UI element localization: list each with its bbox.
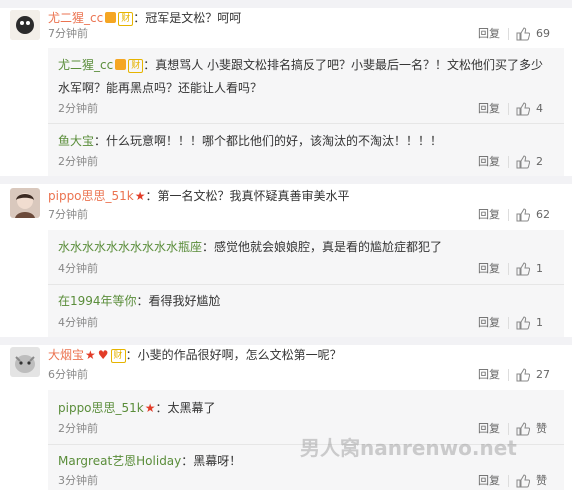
- reply-text-continued: 水军啊？能再黑点吗？还能让人看吗？: [58, 81, 263, 95]
- like-count: 62: [536, 208, 550, 221]
- reply-username[interactable]: 在1994年等你: [58, 294, 137, 308]
- divider: [508, 369, 509, 381]
- reply-time: 4分钟前: [58, 316, 98, 329]
- vip-badge-icon: [115, 59, 127, 70]
- reply-text: ：感觉他就会娘娘腔，真是看的尴尬症都犯了: [202, 240, 443, 254]
- reply-time: 4分钟前: [58, 262, 98, 275]
- separator: [0, 337, 572, 345]
- reply-line: 在1994年等你：看得我好尴尬: [58, 293, 221, 309]
- like-label: 赞: [536, 422, 547, 435]
- like-icon[interactable]: [516, 208, 530, 222]
- reply-divider: [48, 123, 564, 124]
- watermark: 男人窝nanrenwo.net: [300, 436, 517, 460]
- avatar-icon: [10, 10, 40, 40]
- avatar-icon: [10, 347, 40, 377]
- divider: [508, 475, 509, 487]
- avatar[interactable]: [10, 347, 40, 377]
- reply-line: 鱼大宝：什么玩意啊！！！哪个都比他们的好，该淘汰的不淘汰！！！！: [58, 133, 442, 149]
- comment-time: 6分钟前: [48, 368, 88, 381]
- comment-username[interactable]: pippo思思_51k: [48, 189, 134, 203]
- comment-line: pippo思思_51k★：第一名文松？我真怀疑真善审美水平: [48, 188, 350, 204]
- comment-line: 尤二猩_cc 财：冠军是文松？呵呵: [48, 10, 241, 26]
- star-icon: ★: [134, 189, 146, 203]
- reply-line: 尤二猩_cc 财：真想骂人 小斐跟文松排名搞反了吧？小斐最后一名？！文松他们买了多…: [58, 57, 543, 73]
- like-count: 69: [536, 27, 550, 40]
- like-label: 赞: [536, 474, 547, 487]
- like-icon[interactable]: [516, 262, 530, 276]
- reply-button[interactable]: 回复: [478, 316, 500, 330]
- separator: [0, 176, 572, 184]
- star-icon: ★: [85, 348, 96, 362]
- like-count: 27: [536, 368, 550, 381]
- reply-text: ：太黑幕了: [155, 401, 216, 415]
- reply-time: 2分钟前: [58, 102, 98, 115]
- reply-button[interactable]: 回复: [478, 474, 500, 488]
- wealth-badge: 财: [110, 349, 126, 363]
- like-icon[interactable]: [516, 27, 530, 41]
- heart-badge-icon: ♥: [97, 348, 109, 362]
- reply-time: 2分钟前: [58, 155, 98, 168]
- like-icon[interactable]: [516, 368, 530, 382]
- divider: [508, 263, 509, 275]
- comment-username[interactable]: 大烟宝: [48, 348, 84, 362]
- comment-text: ：小斐的作品很好啊，怎么文松第一呢？: [125, 348, 342, 362]
- like-icon[interactable]: [516, 155, 530, 169]
- like-count: 4: [536, 102, 543, 115]
- reply-button[interactable]: 回复: [478, 155, 500, 169]
- reply-username[interactable]: 水水水水水水水水水水瓶座: [58, 240, 202, 254]
- divider: [508, 156, 509, 168]
- divider: [508, 103, 509, 115]
- comment-time: 7分钟前: [48, 208, 88, 221]
- reply-line: Margreat艺恩Holiday：黑幕呀！: [58, 453, 241, 469]
- avatar[interactable]: [10, 188, 40, 218]
- like-icon[interactable]: [516, 102, 530, 116]
- avatar-icon: [10, 188, 40, 218]
- reply-button[interactable]: 回复: [478, 368, 500, 382]
- divider: [508, 317, 509, 329]
- like-icon[interactable]: [516, 474, 530, 488]
- reply-divider: [48, 284, 564, 285]
- divider: [508, 209, 509, 221]
- reply-username[interactable]: Margreat艺恩Holiday: [58, 454, 181, 468]
- reply-button[interactable]: 回复: [478, 208, 500, 222]
- like-count: 2: [536, 155, 543, 168]
- reply-text: ：黑幕呀！: [181, 454, 242, 468]
- comment-time: 7分钟前: [48, 27, 88, 40]
- separator: [0, 0, 572, 8]
- like-icon[interactable]: [516, 422, 530, 436]
- vip-badge-icon: [105, 12, 117, 23]
- reply-button[interactable]: 回复: [478, 27, 500, 41]
- reply-text: ：真想骂人 小斐跟文松排名搞反了吧？小斐最后一名？！文松他们买了多少: [143, 58, 544, 72]
- like-count: 1: [536, 316, 543, 329]
- like-icon[interactable]: [516, 316, 530, 330]
- reply-username[interactable]: 鱼大宝: [58, 134, 94, 148]
- divider: [508, 28, 509, 40]
- reply-text: ：看得我好尴尬: [136, 294, 221, 308]
- wealth-badge: 财: [118, 12, 134, 26]
- avatar[interactable]: [10, 10, 40, 40]
- like-count: 1: [536, 262, 543, 275]
- comment-text: ：冠军是文松？呵呵: [133, 11, 242, 25]
- reply-button[interactable]: 回复: [478, 262, 500, 276]
- reply-text: ：什么玩意啊！！！哪个都比他们的好，该淘汰的不淘汰！！！！: [94, 134, 443, 148]
- reply-time: 2分钟前: [58, 422, 98, 435]
- reply-time: 3分钟前: [58, 474, 98, 487]
- comment-text: ：第一名文松？我真怀疑真善审美水平: [145, 189, 350, 203]
- reply-button[interactable]: 回复: [478, 102, 500, 116]
- star-icon: ★: [144, 401, 156, 415]
- wealth-badge: 财: [128, 59, 144, 73]
- reply-line: 水水水水水水水水水水瓶座：感觉他就会娘娘腔，真是看的尴尬症都犯了: [58, 239, 442, 255]
- reply-username[interactable]: pippo思思_51k: [58, 401, 144, 415]
- comment-username[interactable]: 尤二猩_cc: [48, 11, 103, 25]
- comment-line: 大烟宝★ ♥ 财：小斐的作品很好啊，怎么文松第一呢？: [48, 347, 342, 363]
- reply-line: pippo思思_51k★：太黑幕了: [58, 400, 216, 416]
- reply-username[interactable]: 尤二猩_cc: [58, 58, 113, 72]
